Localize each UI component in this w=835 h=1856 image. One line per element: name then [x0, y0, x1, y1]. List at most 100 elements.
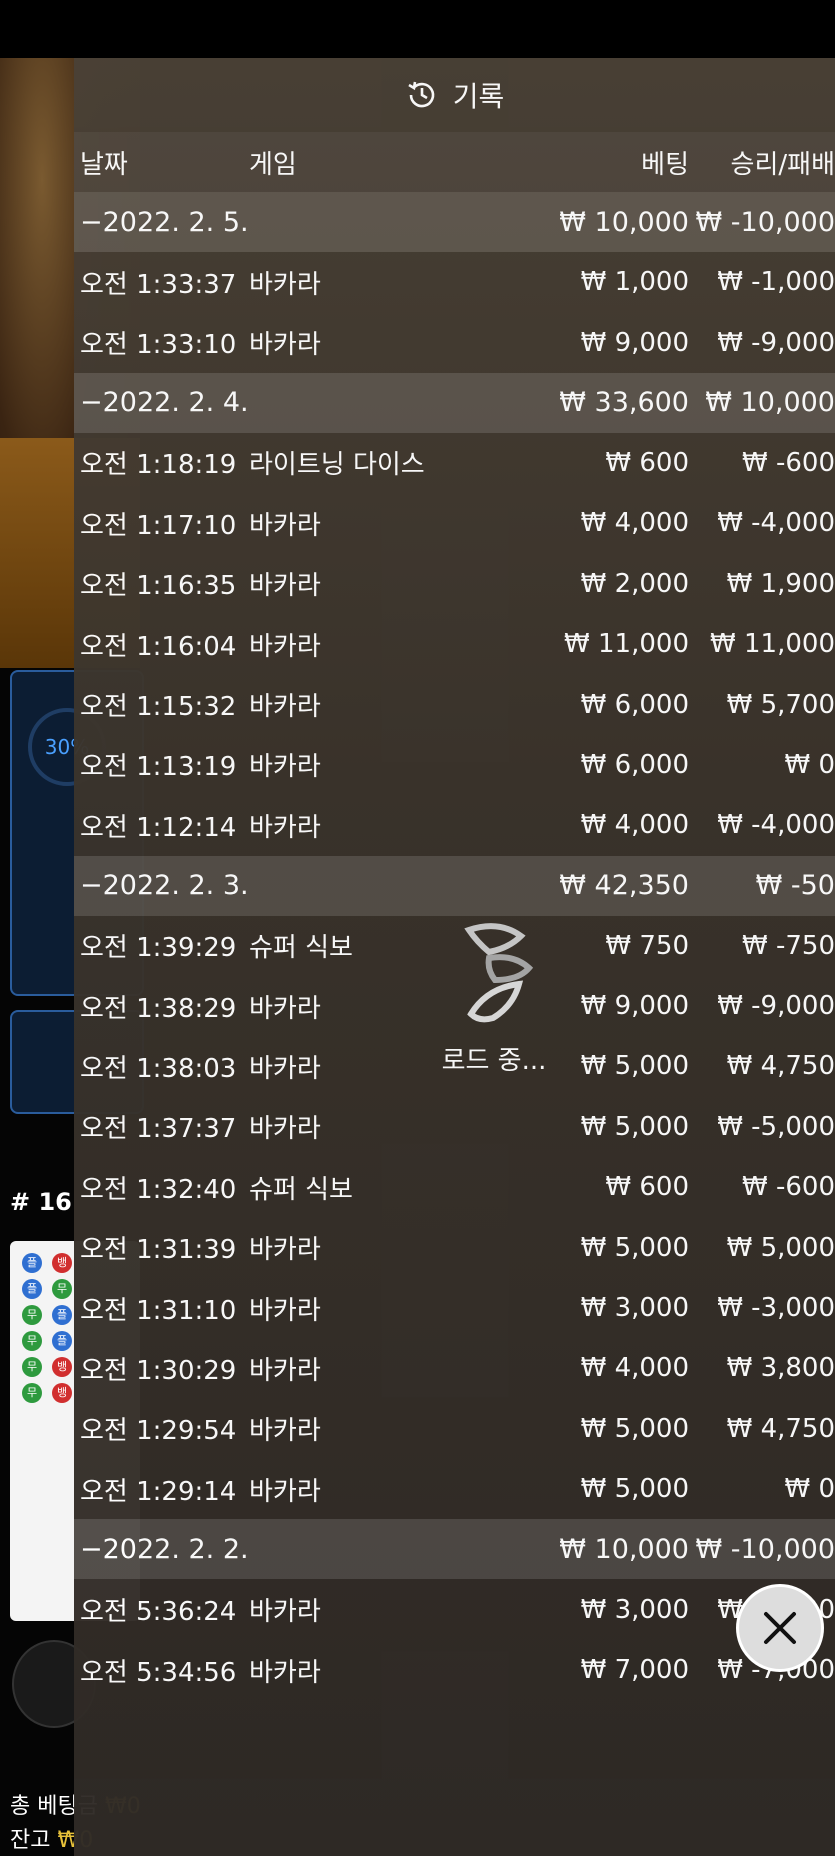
- row-bet: ₩ 1,000: [580, 267, 689, 298]
- bead-banker: 뱅: [52, 1253, 72, 1273]
- row-bet: ₩ 6,000: [580, 689, 689, 720]
- table-header: 날짜 게임 베팅 승리/패배: [74, 132, 835, 192]
- row-bet: ₩ 7,000: [580, 1655, 689, 1685]
- row-game: 바카라: [249, 1355, 321, 1386]
- history-clock-icon: [405, 78, 439, 112]
- status-bar: [0, 0, 835, 58]
- group-win-total: ₩ -10,000: [695, 1533, 835, 1565]
- row-time: 오전 1:29:14: [80, 1476, 237, 1507]
- row-bet: ₩ 9,000: [580, 327, 689, 358]
- bead-banker: 뱅: [52, 1383, 72, 1403]
- row-game: 바카라: [249, 1657, 321, 1688]
- row-bet: ₩ 600: [605, 1172, 689, 1203]
- group-date: −2022. 2. 5.: [80, 206, 249, 238]
- date-group-row[interactable]: −2022. 2. 3. ₩ 42,350 ₩ -50: [74, 855, 835, 916]
- history-row[interactable]: 오전 1:16:04 바카라 ₩ 11,000 ₩ 11,000: [74, 614, 835, 674]
- history-row[interactable]: 오전 1:15:32 바카라 ₩ 6,000 ₩ 5,700: [74, 674, 835, 734]
- history-row[interactable]: 오전 1:12:14 바카라 ₩ 4,000 ₩ -4,000: [74, 795, 835, 855]
- balance-label: 잔고: [10, 1828, 51, 1853]
- panel-header: 기록: [74, 58, 835, 132]
- row-win-loss: ₩ -600: [742, 1172, 835, 1203]
- row-win-loss: ₩ -1,000: [717, 267, 835, 298]
- row-win-loss: ₩ -4,000: [717, 810, 835, 841]
- bead-banker: 뱅: [52, 1357, 72, 1377]
- bead-tie: 무: [22, 1357, 42, 1377]
- group-win-total: ₩ 10,000: [705, 387, 835, 419]
- bead-tie: 무: [22, 1305, 42, 1325]
- row-win-loss: ₩ 4,750: [726, 1051, 835, 1082]
- column-date: 날짜: [80, 149, 128, 180]
- row-time: 오전 1:38:29: [80, 993, 237, 1024]
- bead-player: 플: [22, 1279, 42, 1299]
- date-group-row[interactable]: −2022. 2. 5. ₩ 10,000 ₩ -10,000: [74, 192, 835, 252]
- row-time: 오전 1:18:19: [80, 450, 237, 481]
- history-row[interactable]: 오전 1:29:14 바카라 ₩ 5,000 ₩ 0: [74, 1459, 835, 1519]
- row-win-loss: ₩ 5,700: [726, 689, 835, 720]
- history-row[interactable]: 오전 1:33:10 바카라 ₩ 9,000 ₩ -9,000: [74, 312, 835, 372]
- row-win-loss: ₩ 1,900: [726, 568, 835, 599]
- row-bet: ₩ 3,000: [580, 1594, 689, 1625]
- row-bet: ₩ 4,000: [580, 1353, 689, 1384]
- row-time: 오전 1:33:10: [80, 330, 237, 361]
- row-win-loss: ₩ 0: [784, 749, 835, 780]
- column-game: 게임: [249, 149, 297, 180]
- close-button[interactable]: [736, 1584, 824, 1672]
- history-row[interactable]: 오전 1:17:10 바카라 ₩ 4,000 ₩ -4,000: [74, 493, 835, 553]
- date-group-row[interactable]: −2022. 2. 4. ₩ 33,600 ₩ 10,000: [74, 372, 835, 433]
- row-bet: ₩ 600: [605, 447, 689, 478]
- row-bet: ₩ 6,000: [580, 749, 689, 780]
- column-win-loss: 승리/패배: [730, 149, 835, 180]
- history-row[interactable]: 오전 1:37:37 바카라 ₩ 5,000 ₩ -5,000: [74, 1097, 835, 1157]
- row-bet: ₩ 5,000: [580, 1474, 689, 1505]
- row-win-loss: ₩ -750: [742, 930, 835, 961]
- row-bet: ₩ 5,000: [580, 1232, 689, 1263]
- history-row[interactable]: 오전 5:36:24바카라₩ 3,000₩ -3,000: [74, 1579, 835, 1639]
- bead-player: 플: [52, 1331, 72, 1351]
- row-win-loss: ₩ 3,800: [726, 1353, 835, 1384]
- date-group-row[interactable]: −2022. 2. 2. ₩ 10,000 ₩ -10,000: [74, 1519, 835, 1580]
- panel-title: 기록: [452, 80, 505, 113]
- history-row[interactable]: 오전 1:31:10 바카라 ₩ 3,000 ₩ -3,000: [74, 1278, 835, 1338]
- row-bet: ₩ 3,000: [580, 1293, 689, 1324]
- row-game: 바카라: [249, 1295, 321, 1326]
- row-game: 바카라: [249, 1235, 321, 1266]
- group-date: −2022. 2. 2.: [80, 1533, 249, 1565]
- row-game: 바카라: [249, 1476, 321, 1507]
- row-game: 바카라: [249, 269, 321, 300]
- row-time: 오전 5:36:24: [80, 1597, 237, 1628]
- row-game: 라이트닝 다이스: [249, 450, 425, 481]
- row-bet: ₩ 5,000: [580, 1111, 689, 1142]
- group-win-total: ₩ -10,000: [695, 206, 835, 238]
- row-bet: ₩ 11,000: [564, 629, 689, 660]
- row-game: 바카라: [249, 692, 321, 723]
- row-bet: ₩ 4,000: [580, 810, 689, 841]
- history-row[interactable]: 오전 1:30:29 바카라 ₩ 4,000 ₩ 3,800: [74, 1338, 835, 1398]
- row-time: 오전 1:33:37: [80, 269, 237, 300]
- history-row[interactable]: 오전 1:29:54 바카라 ₩ 5,000 ₩ 4,750: [74, 1399, 835, 1459]
- row-time: 오전 1:12:14: [80, 812, 237, 843]
- row-time: 오전 1:38:03: [80, 1053, 237, 1084]
- row-time: 오전 1:16:04: [80, 631, 237, 662]
- row-win-loss: ₩ -5,000: [717, 1111, 835, 1142]
- row-win-loss: ₩ -600: [742, 447, 835, 478]
- row-time: 오전 1:16:35: [80, 571, 237, 602]
- group-date: −2022. 2. 4.: [80, 387, 249, 419]
- history-row[interactable]: 오전 1:16:35 바카라 ₩ 2,000 ₩ 1,900: [74, 554, 835, 614]
- history-row[interactable]: 오전 1:33:37 바카라 ₩ 1,000 ₩ -1,000: [74, 252, 835, 312]
- group-bet-total: ₩ 10,000: [559, 1533, 689, 1565]
- close-icon: [764, 1612, 796, 1644]
- history-row[interactable]: 오전 1:18:19 라이트닝 다이스 ₩ 600 ₩ -600: [74, 433, 835, 493]
- row-time: 오전 1:37:37: [80, 1114, 237, 1145]
- row-time: 오전 1:29:54: [80, 1416, 237, 1447]
- history-row[interactable]: 오전 1:32:40 슈퍼 식보 ₩ 600 ₩ -600: [74, 1157, 835, 1217]
- row-time: 오전 1:39:29: [80, 933, 237, 964]
- group-bet-total: ₩ 33,600: [559, 387, 689, 419]
- history-panel: 기록 날짜 게임 베팅 승리/패배 −2022. 2. 5. ₩ 10,000 ₩ …: [74, 58, 835, 1856]
- row-time: 오전 1:31:39: [80, 1235, 237, 1266]
- row-time: 오전 1:13:19: [80, 752, 237, 783]
- history-row[interactable]: 오전 1:31:39 바카라 ₩ 5,000 ₩ 5,000: [74, 1217, 835, 1277]
- history-row[interactable]: 오전 5:34:56바카라₩ 7,000₩ -7,000: [74, 1640, 835, 1700]
- loading-text: 로드 중...: [441, 1046, 547, 1076]
- row-time: 오전 1:15:32: [80, 692, 237, 723]
- history-row[interactable]: 오전 1:13:19 바카라 ₩ 6,000 ₩ 0: [74, 735, 835, 795]
